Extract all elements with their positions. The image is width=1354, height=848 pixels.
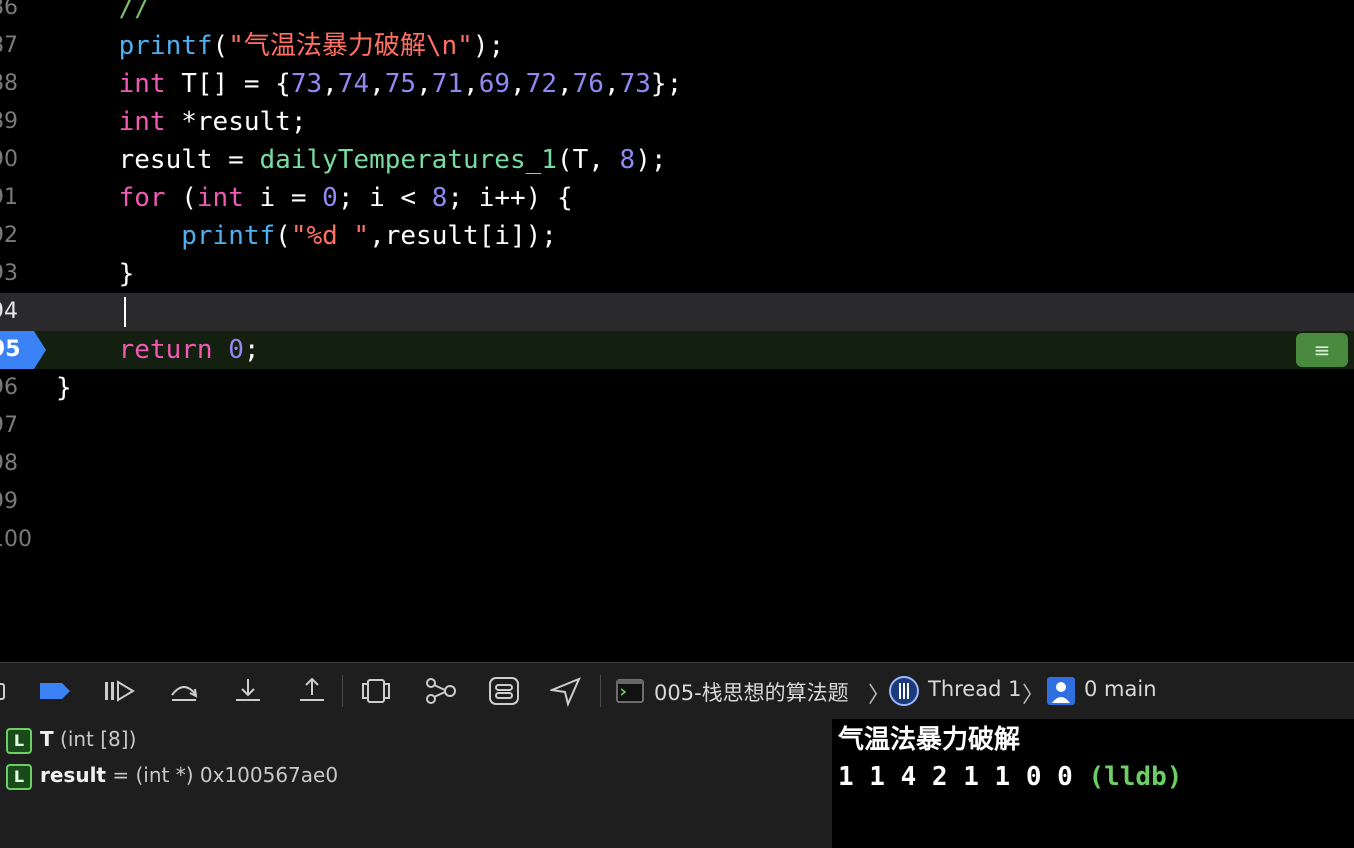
step-over-icon[interactable]	[168, 675, 200, 707]
code-line[interactable]: 96}	[0, 369, 1354, 407]
terminal-app-icon	[616, 675, 644, 707]
scheme-breadcrumb[interactable]: 005-栈思想的算法题	[654, 677, 849, 707]
console-output-line: 气温法暴力破解	[838, 725, 1021, 755]
code-text: for (int i = 0; i < 8; i++) {	[118, 183, 573, 213]
variable-type: = (int *)	[106, 763, 200, 787]
console-output-values: 1 1 4 2 1 1 0 0	[838, 762, 1089, 792]
frame-breadcrumb[interactable]: 0 main	[1084, 677, 1157, 701]
line-number: 96	[0, 375, 18, 400]
step-into-icon[interactable]	[232, 675, 264, 707]
variables-view[interactable]: LT (int [8]) Lresult = (int *) 0x100567a…	[0, 719, 832, 848]
console-output-line: 1 1 4 2 1 1 0 0 (lldb)	[838, 759, 1182, 795]
debug-console[interactable]: 气温法暴力破解 1 1 4 2 1 1 0 0 (lldb)	[832, 719, 1354, 848]
step-out-icon[interactable]	[296, 675, 328, 707]
text-cursor	[124, 297, 126, 327]
thread-icon	[888, 675, 920, 707]
menu-icon[interactable]: ≡	[1296, 333, 1348, 367]
line-number: 99	[0, 489, 18, 514]
variable-row[interactable]: Lresult = (int *) 0x100567ae0	[0, 758, 338, 792]
code-line[interactable]: 86 //	[0, 0, 1354, 27]
breakpoints-toggle-icon[interactable]	[38, 675, 72, 707]
thread-breadcrumb[interactable]: Thread 1	[928, 677, 1021, 701]
line-number: 91	[0, 185, 18, 210]
code-text: result = dailyTemperatures_1(T, 8);	[56, 145, 667, 175]
debug-toolbar: 005-栈思想的算法题 〉 Thread 1 〉 0 main	[0, 662, 1354, 720]
code-text: }	[56, 259, 135, 289]
code-line[interactable]: 90 result = dailyTemperatures_1(T, 8);	[0, 141, 1354, 179]
variable-row[interactable]: LT (int [8])	[0, 722, 136, 756]
code-line[interactable]: 93 }	[0, 255, 1354, 293]
line-number: 90	[0, 147, 18, 172]
code-line[interactable]: 94	[0, 293, 1354, 331]
line-number: 86	[0, 0, 18, 20]
code-line[interactable]: 87 printf("气温法暴力破解\n");	[0, 27, 1354, 65]
variable-value: 0x100567ae0	[199, 763, 339, 787]
line-number: 97	[0, 413, 18, 438]
code-text: int T[] = {73,74,75,71,69,72,76,73};	[118, 69, 683, 99]
line-number: 95	[0, 337, 21, 362]
code-text: printf("气温法暴力破解\n");	[118, 31, 505, 61]
code-line[interactable]: 92 printf("%d ",result[i]);	[0, 217, 1354, 255]
lldb-prompt: (lldb)	[1088, 762, 1183, 792]
line-number: 87	[0, 33, 18, 58]
view-hierarchy-icon[interactable]	[360, 675, 392, 707]
code-line[interactable]: 98	[0, 445, 1354, 483]
variable-name: T	[40, 727, 54, 751]
memory-graph-icon[interactable]	[424, 675, 458, 707]
code-line[interactable]: 97	[0, 407, 1354, 445]
local-variable-icon: L	[6, 763, 32, 790]
code-line[interactable]: 95 ≡ return 0;	[0, 331, 1354, 369]
code-text: int *result;	[118, 107, 307, 137]
variable-type: (int [8])	[53, 727, 137, 751]
environment-overrides-icon[interactable]	[488, 675, 520, 707]
code-editor[interactable]: 86 //87 printf("气温法暴力破解\n");88 int T[] =…	[0, 0, 1354, 660]
line-number: 89	[0, 109, 18, 134]
local-variable-icon: L	[6, 727, 32, 754]
code-line[interactable]: 91 for (int i = 0; i < 8; i++) {	[0, 179, 1354, 217]
line-number: 98	[0, 451, 18, 476]
hide-debug-area-icon[interactable]	[0, 675, 8, 707]
code-text: return 0;	[118, 335, 260, 365]
line-number: 88	[0, 71, 18, 96]
line-number: 100	[0, 527, 32, 552]
line-number: 93	[0, 261, 18, 286]
code-line[interactable]: 100	[0, 521, 1354, 559]
code-line[interactable]: 89 int *result;	[0, 103, 1354, 141]
line-number: 92	[0, 223, 18, 248]
variable-name: result	[40, 763, 106, 787]
code-text: }	[56, 373, 72, 403]
code-line[interactable]: 99	[0, 483, 1354, 521]
code-text: //	[56, 0, 150, 23]
continue-icon[interactable]	[102, 675, 136, 707]
user-frame-icon	[1046, 675, 1076, 707]
code-text: printf("%d ",result[i]);	[181, 221, 557, 251]
chevron-right-icon: 〉	[1022, 683, 1045, 708]
chevron-right-icon: 〉	[868, 683, 891, 708]
line-number: 94	[0, 299, 18, 324]
code-line[interactable]: 88 int T[] = {73,74,75,71,69,72,76,73};	[0, 65, 1354, 103]
simulate-location-icon[interactable]	[550, 675, 582, 707]
